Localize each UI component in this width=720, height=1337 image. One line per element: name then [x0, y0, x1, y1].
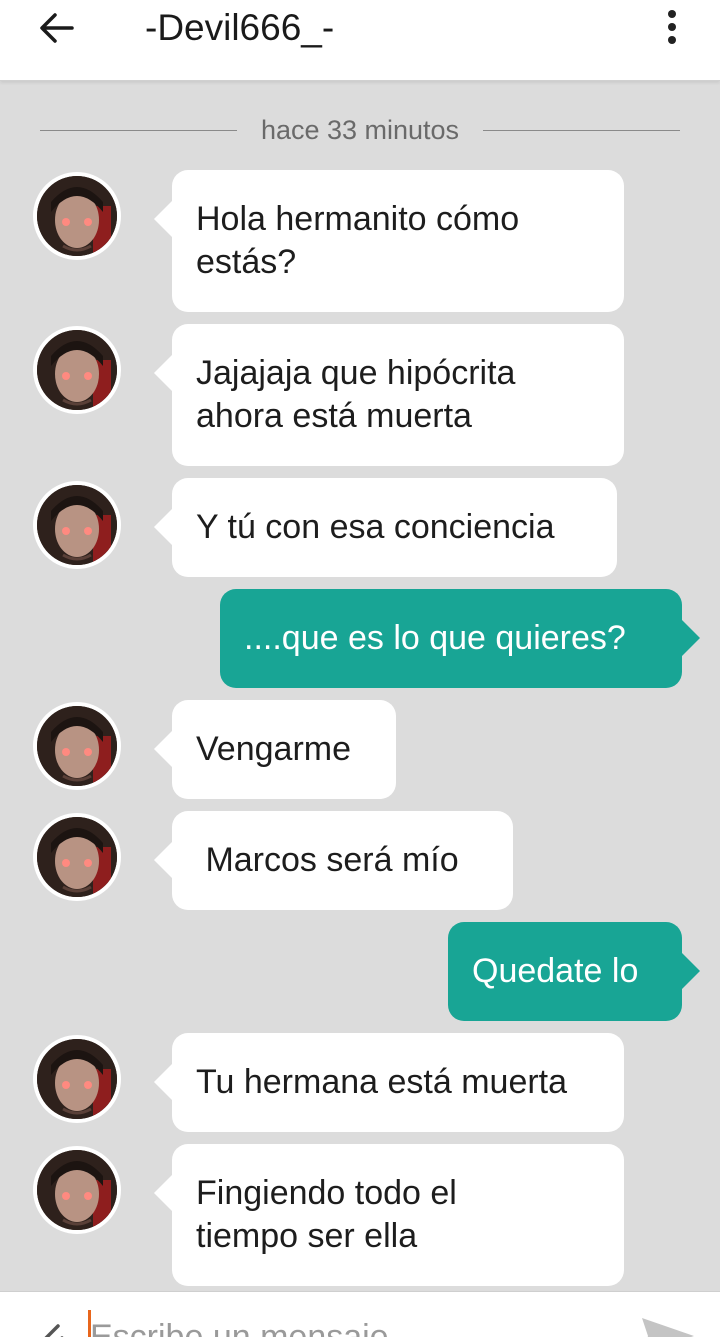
avatar-icon	[37, 817, 117, 897]
message-line: Fingiendo todo el	[196, 1174, 457, 1212]
outgoing-message-bubble[interactable]: Quedate lo	[448, 922, 700, 1021]
message-text: Jajajaja que hipócrita ahora está muerta	[196, 352, 515, 438]
message-text: Tu hermana está muerta	[196, 1063, 568, 1101]
avatar-icon	[37, 1150, 117, 1230]
message-text: Quedate lo	[472, 952, 639, 990]
avatar[interactable]	[33, 1035, 121, 1123]
avatar[interactable]	[33, 481, 121, 569]
incoming-message-bubble[interactable]: Fingiendo todo el tiempo ser ella	[154, 1144, 624, 1286]
paperclip-icon[interactable]	[28, 1318, 68, 1337]
incoming-message-bubble[interactable]: Vengarme	[154, 700, 396, 799]
message-line: estás?	[196, 243, 297, 281]
incoming-message-bubble[interactable]: Hola hermanito cómo estás?	[154, 170, 624, 312]
chat-header: -Devil666_-	[0, 0, 720, 81]
avatar[interactable]	[33, 1146, 121, 1234]
chat-title: -Devil666_-	[145, 7, 335, 48]
avatar[interactable]	[33, 702, 121, 790]
message-line: tiempo ser ella	[196, 1217, 418, 1255]
incoming-message-bubble[interactable]: Tu hermana está muerta	[154, 1033, 624, 1132]
incoming-message-bubble[interactable]: Y tú con esa conciencia	[154, 478, 617, 577]
message-line: ahora está muerta	[196, 397, 472, 435]
avatar-icon	[37, 330, 117, 410]
avatar[interactable]	[33, 326, 121, 414]
send-icon[interactable]	[640, 1314, 696, 1337]
more-vertical-icon	[668, 10, 676, 18]
message-input[interactable]	[90, 1312, 610, 1337]
avatar-icon	[37, 1039, 117, 1119]
message-text: Y tú con esa conciencia	[196, 508, 555, 546]
back-button[interactable]	[34, 6, 78, 50]
more-vertical-icon-dot	[668, 36, 676, 44]
message-text: Marcos será mío	[196, 841, 459, 879]
message-text: Vengarme	[196, 730, 351, 768]
divider-line	[40, 129, 237, 131]
message-text: ....que es lo que quieres?	[244, 619, 626, 657]
divider-line	[483, 129, 680, 131]
message-line: Jajajaja que hipócrita	[196, 354, 516, 392]
avatar[interactable]	[33, 172, 121, 260]
timestamp-divider: hace 33 minutos	[40, 108, 680, 152]
incoming-message-bubble[interactable]: Marcos será mío	[154, 811, 513, 910]
more-vertical-icon-dot	[668, 23, 676, 31]
avatar[interactable]	[33, 813, 121, 901]
message-line: Hola hermanito cómo	[196, 200, 520, 238]
avatar-icon	[37, 485, 117, 565]
avatar-icon	[37, 706, 117, 786]
message-composer	[0, 1291, 720, 1337]
arrow-left-icon	[40, 13, 74, 43]
message-text: Hola hermanito cómo estás?	[196, 198, 519, 284]
timestamp-label: hace 33 minutos	[260, 114, 460, 145]
outgoing-message-bubble[interactable]: ....que es lo que quieres?	[220, 589, 700, 688]
incoming-message-bubble[interactable]: Jajajaja que hipócrita ahora está muerta	[154, 324, 624, 466]
avatar-icon	[37, 176, 117, 256]
message-text: Fingiendo todo el tiempo ser ella	[196, 1172, 457, 1258]
more-options-button[interactable]	[652, 4, 692, 50]
